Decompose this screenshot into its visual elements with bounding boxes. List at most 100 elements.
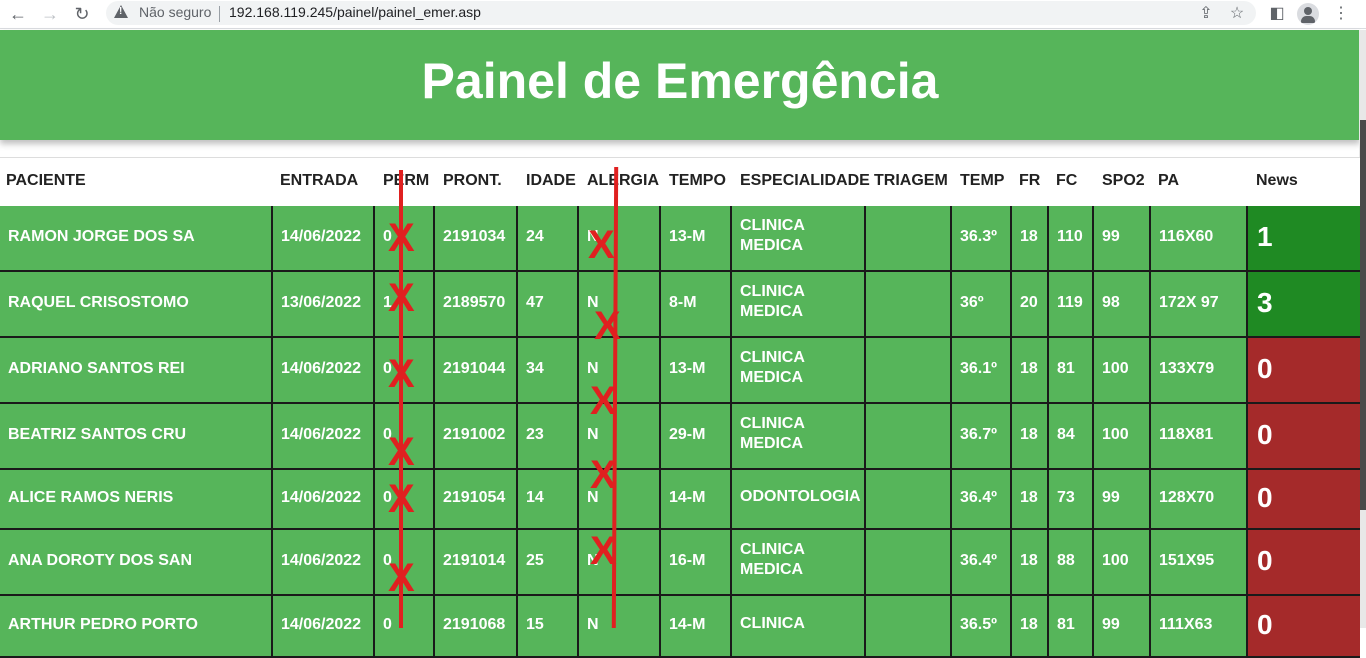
cell-tempo-text: 14-M [669,489,706,506]
reload-icon[interactable]: ↻ [70,2,94,26]
news-score: 0 [1257,545,1273,576]
cell-pront-text: 2191044 [443,360,506,377]
cell-fr-text: 18 [1020,426,1038,443]
col-perm: PERM [383,172,430,189]
cell-tempo-text: 16-M [669,552,706,569]
cell-pront: 2191014 [435,530,518,594]
table-row: ADRIANO SANTOS REI 14/06/2022 0 2191044 34 N 1… [0,338,1360,404]
star-icon[interactable]: ☆ [1226,2,1248,26]
cell-entrada-text: 14/06/2022 [281,489,362,506]
cell-paciente: ANA DOROTY DOS SAN [0,530,273,594]
cell-fc-text: 81 [1057,616,1075,633]
cell-pa-text: 116X60 [1159,228,1214,245]
cell-pront: 2191002 [435,404,518,468]
col-news: News [1256,172,1298,189]
cell-pront: 2191054 [435,470,518,528]
news-score-cell: 1 [1248,206,1360,270]
news-score: 0 [1257,353,1273,384]
cell-fc-text: 119 [1057,294,1083,311]
url-text[interactable]: 192.168.119.245/painel/painel_emer.asp [229,4,481,20]
cell-especialidade-text: CLINICA MEDICA [740,541,805,578]
cell-paciente: RAMON JORGE DOS SA [0,206,273,270]
cell-pa: 133X79 [1151,338,1248,402]
cell-entrada-text: 14/06/2022 [281,552,362,569]
cell-alergia-text: N [587,616,599,633]
cell-paciente: BEATRIZ SANTOS CRU [0,404,273,468]
cell-fc: 110 [1049,206,1094,270]
page-banner: Painel de Emergência [0,30,1360,140]
cell-spo2-text: 99 [1102,228,1120,245]
cell-fr-text: 20 [1020,294,1038,311]
news-score: 0 [1257,609,1273,640]
cell-tempo: 16-M [661,530,732,594]
cell-entrada: 14/06/2022 [273,404,375,468]
cell-idade: 47 [518,272,579,336]
cell-pa: 116X60 [1151,206,1248,270]
news-score-cell: 0 [1248,338,1360,402]
col-pa: PA [1158,172,1180,189]
forward-icon[interactable]: → [38,2,62,26]
col-temp: TEMP [960,172,1005,189]
address-separator [219,6,220,22]
cell-fc: 84 [1049,404,1094,468]
cell-idade-text: 47 [526,294,544,311]
cell-fc-text: 84 [1057,426,1075,443]
strike-x-mark: X [590,453,617,497]
scrollbar-thumb[interactable] [1360,120,1366,510]
security-label[interactable]: Não seguro [139,4,211,20]
cell-pront-text: 2189570 [443,294,506,311]
cell-paciente-text: RAQUEL CRISOSTOMO [8,294,189,311]
cell-entrada: 14/06/2022 [273,530,375,594]
cell-temp: 36.5º [952,596,1012,656]
cell-especialidade-line2: MEDICA [740,435,804,452]
news-score-cell: 0 [1248,470,1360,528]
cell-temp: 36º [952,272,1012,336]
cell-paciente-text: ANA DOROTY DOS SAN [8,552,193,569]
cell-pront: 2191044 [435,338,518,402]
cell-paciente-text: ARTHUR PEDRO PORTO [8,616,198,633]
cell-idade: 14 [518,470,579,528]
cell-fc-text: 110 [1057,228,1083,245]
profile-avatar[interactable] [1297,3,1319,25]
cell-pront-text: 2191054 [443,489,506,506]
cell-temp: 36.3º [952,206,1012,270]
cell-idade-text: 23 [526,426,544,443]
cell-pront: 2191034 [435,206,518,270]
cell-temp-text: 36.4º [960,489,997,506]
cell-triagem [866,272,952,336]
cell-pa-text: 151X95 [1159,552,1215,569]
back-icon[interactable]: ← [6,2,30,26]
cell-temp-text: 36.5º [960,616,997,633]
cell-alergia-text: N [587,360,599,377]
col-triagem: TRIAGEM [874,172,948,189]
cell-spo2-text: 98 [1102,294,1120,311]
cell-alergia: N [579,596,661,656]
cell-temp-text: 36.3º [960,228,997,245]
share-icon[interactable]: ⇪ [1195,2,1217,26]
cell-spo2: 99 [1094,206,1151,270]
side-panel-icon[interactable]: ◧ [1266,2,1288,26]
cell-fr-text: 18 [1020,616,1038,633]
cell-entrada-text: 14/06/2022 [281,616,362,633]
cell-fc-text: 81 [1057,360,1075,377]
cell-pa-text: 133X79 [1159,360,1215,377]
strike-x-mark: X [590,529,617,573]
col-idade: IDADE [526,172,576,189]
col-fr: FR [1019,172,1041,189]
cell-idade: 15 [518,596,579,656]
cell-entrada-text: 14/06/2022 [281,360,362,377]
cell-especialidade-text: CLINICA MEDICA [740,217,805,254]
cell-temp-text: 36º [960,294,984,311]
cell-entrada: 14/06/2022 [273,470,375,528]
menu-icon[interactable]: ⋮ [1330,2,1352,26]
cell-fr: 20 [1012,272,1049,336]
strike-x-mark: X [388,477,415,521]
cell-fc-text: 88 [1057,552,1075,569]
cell-paciente-text: RAMON JORGE DOS SA [8,228,195,245]
cell-fc: 81 [1049,596,1094,656]
cell-pront-text: 2191034 [443,228,506,245]
cell-triagem [866,206,952,270]
page-title: Painel de Emergência [421,53,939,109]
cell-especialidade-line2: MEDICA [740,237,804,254]
strike-x-mark: X [388,276,415,320]
